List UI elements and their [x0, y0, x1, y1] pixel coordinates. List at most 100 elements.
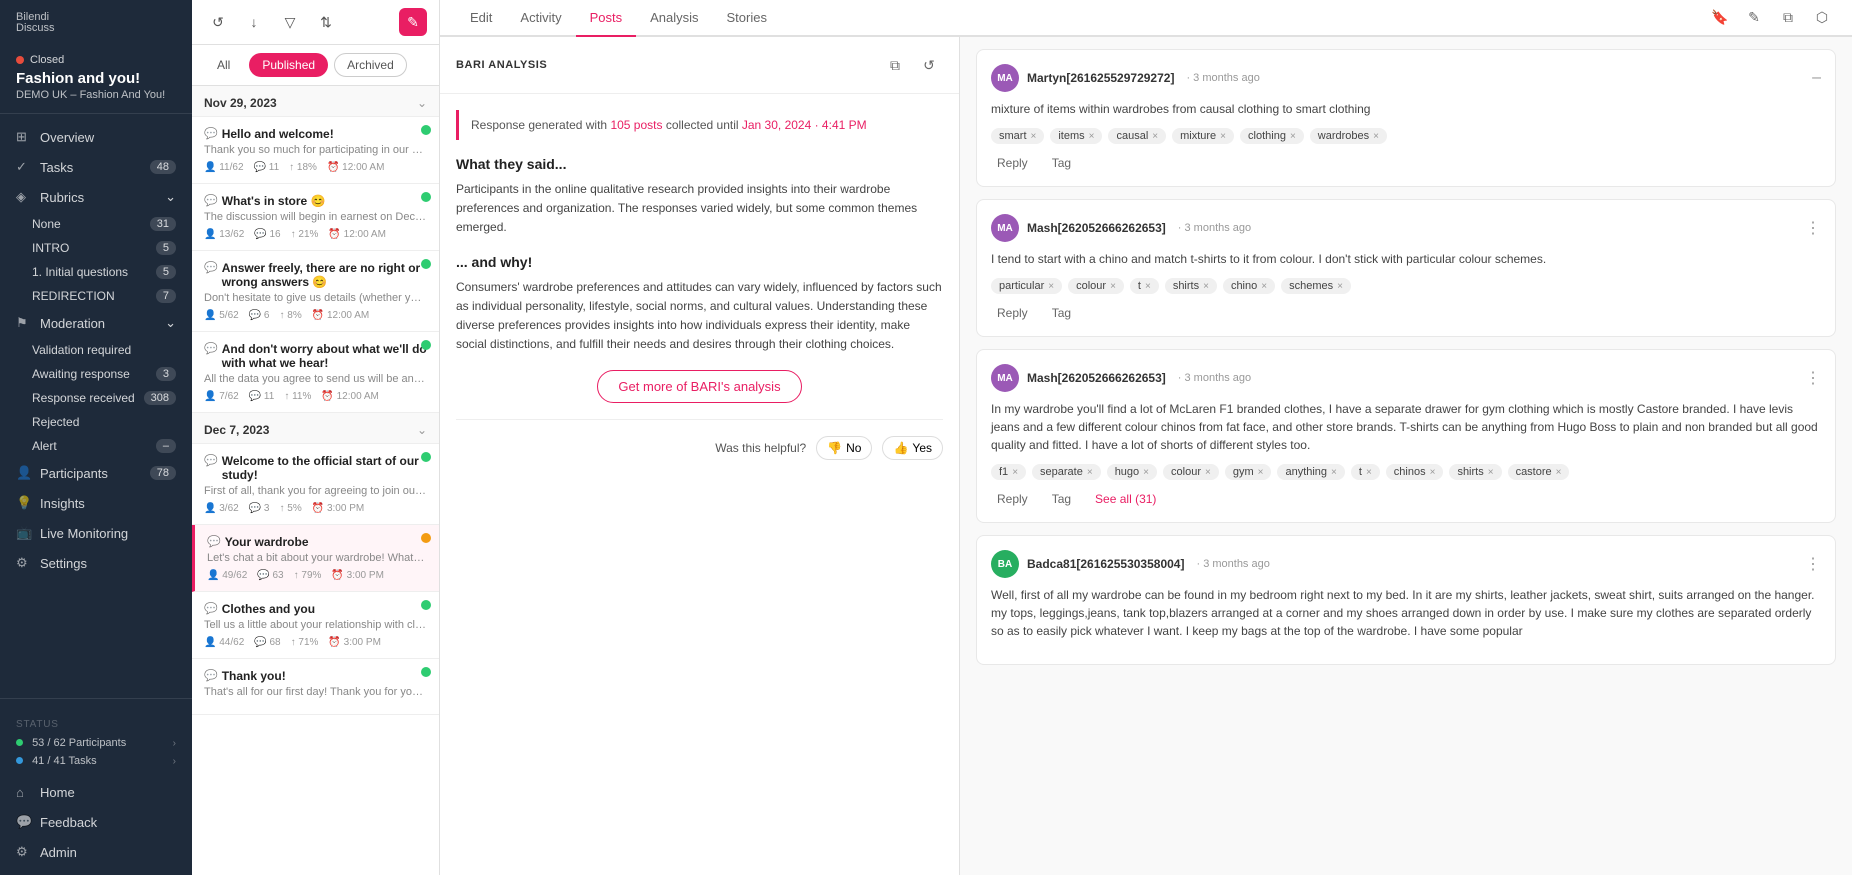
sidebar-item-overview[interactable]: ⊞ Overview	[0, 122, 192, 152]
tag-button-r1[interactable]: Tag	[1046, 154, 1077, 172]
bari-why-title: ... and why!	[456, 254, 943, 270]
chevron-right-icon: ›	[173, 738, 176, 749]
sidebar-item-participants[interactable]: 👤 Participants 78	[0, 458, 192, 488]
avatar-r3: MA	[991, 364, 1019, 392]
thumbs-up-icon: 👍	[893, 441, 908, 455]
sidebar-item-received[interactable]: Response received 308	[24, 386, 192, 410]
bari-helpful-label: Was this helpful?	[715, 441, 806, 455]
tasks-icon: ✓	[16, 159, 32, 175]
see-all-button-r3[interactable]: See all (31)	[1089, 490, 1162, 508]
project-status: Closed	[30, 54, 64, 66]
sidebar-item-awaiting[interactable]: Awaiting response 3	[24, 362, 192, 386]
refresh-button[interactable]: ↺	[204, 8, 232, 36]
filter-button[interactable]: ▽	[276, 8, 304, 36]
sidebar-item-initial[interactable]: 1. Initial questions 5	[24, 260, 192, 284]
tab-posts[interactable]: Posts	[576, 0, 637, 37]
bari-cta: Get more of BARI's analysis	[456, 370, 943, 403]
post-item-p4[interactable]: 💬 And don't worry about what we'll do wi…	[192, 332, 439, 413]
sidebar-item-moderation[interactable]: ⚑ Moderation ⌄	[0, 308, 192, 338]
status-participants-row[interactable]: 53 / 62 Participants ›	[16, 734, 176, 752]
tag-button-r3[interactable]: Tag	[1046, 490, 1077, 508]
rubrics-icon: ◈	[16, 189, 32, 205]
helpful-no-button[interactable]: 👎 No	[816, 436, 872, 460]
tag-clothing: clothing ×	[1240, 128, 1304, 144]
sidebar-nav: ⊞ Overview ✓ Tasks 48 ◈ Rubrics ⌄ None 3…	[0, 114, 192, 698]
post-item-p6[interactable]: 💬 Your wardrobe Let's chat a bit about y…	[192, 525, 439, 592]
bari-copy-button[interactable]: ⧉	[881, 51, 909, 79]
post-item-p7[interactable]: 💬 Clothes and you Tell us a little about…	[192, 592, 439, 659]
tab-stories[interactable]: Stories	[713, 0, 781, 37]
helpful-yes-button[interactable]: 👍 Yes	[882, 436, 943, 460]
main-content: Edit Activity Posts Analysis Stories 🔖 ✎…	[440, 0, 1852, 875]
post-item-p5[interactable]: 💬 Welcome to the official start of our s…	[192, 444, 439, 525]
response-menu-r1[interactable]: –	[1812, 69, 1821, 87]
project-title: Fashion and you!	[16, 70, 176, 87]
tab-analysis[interactable]: Analysis	[636, 0, 712, 37]
bookmark-button[interactable]: 🔖	[1706, 4, 1734, 32]
middle-panel: ↺ ↓ ▽ ⇅ ✎ All Published Archived Nov 29,…	[192, 0, 440, 875]
bari-why-text: Consumers' wardrobe preferences and atti…	[456, 278, 943, 355]
brand-tagline: Discuss	[16, 23, 176, 34]
sort-button[interactable]: ⇅	[312, 8, 340, 36]
edit-button[interactable]: ✎	[399, 8, 427, 36]
copy-button[interactable]: ⧉	[1774, 4, 1802, 32]
sidebar-item-redirection[interactable]: REDIRECTION 7	[24, 284, 192, 308]
bari-refresh-button[interactable]: ↺	[915, 51, 943, 79]
sidebar-item-rejected[interactable]: Rejected	[24, 410, 192, 434]
response-card-r2: MA Mash[262052666262653] · 3 months ago …	[976, 199, 1836, 337]
tab-actions: 🔖 ✎ ⧉ ⬡	[1706, 4, 1836, 32]
sidebar-item-admin[interactable]: ⚙ Admin	[0, 837, 192, 867]
filter-all[interactable]: All	[204, 53, 243, 77]
tasks-status-dot	[16, 757, 23, 764]
response-menu-r2[interactable]: ⋮	[1805, 218, 1821, 238]
sidebar-item-tasks[interactable]: ✓ Tasks 48	[0, 152, 192, 182]
post-item-p8[interactable]: 💬 Thank you! That's all for our first da…	[192, 659, 439, 715]
posts-list: Nov 29, 2023 ⌄ 💬 Hello and welcome! Than…	[192, 86, 439, 875]
sidebar-item-home[interactable]: ⌂ Home	[0, 778, 192, 807]
download-button[interactable]: ↓	[240, 8, 268, 36]
tab-edit[interactable]: Edit	[456, 0, 506, 37]
bari-cta-button[interactable]: Get more of BARI's analysis	[597, 370, 801, 403]
response-actions-r1: Reply Tag	[991, 154, 1821, 172]
bari-posts-link[interactable]: 105 posts	[610, 118, 662, 132]
sidebar-item-intro[interactable]: INTRO 5	[24, 236, 192, 260]
tab-activity[interactable]: Activity	[506, 0, 575, 37]
export-button[interactable]: ⬡	[1808, 4, 1836, 32]
date-group-dec: Dec 7, 2023 ⌄ 💬 Welcome to the official …	[192, 413, 439, 715]
sidebar-item-none[interactable]: None 31	[24, 212, 192, 236]
post-item-p1[interactable]: 💬 Hello and welcome! Thank you so much f…	[192, 117, 439, 184]
tag-colour: colour ×	[1068, 278, 1124, 294]
sidebar-item-settings[interactable]: ⚙ Settings	[0, 548, 192, 578]
response-card-r3: MA Mash[262052666262653] · 3 months ago …	[976, 349, 1836, 523]
response-menu-r4[interactable]: ⋮	[1805, 554, 1821, 574]
tags-row-r1: smart × items × causal × mixture × cloth…	[991, 128, 1821, 144]
filter-archived[interactable]: Archived	[334, 53, 407, 77]
response-actions-r3: Reply Tag See all (31)	[991, 490, 1821, 508]
project-subtitle: DEMO UK – Fashion And You!	[16, 89, 176, 101]
bari-header: BARI ANALYSIS ⧉ ↺	[440, 37, 959, 94]
sidebar-item-live-monitoring[interactable]: 📺 Live Monitoring	[0, 518, 192, 548]
middle-toolbar: ↺ ↓ ▽ ⇅ ✎	[192, 0, 439, 45]
response-menu-r3[interactable]: ⋮	[1805, 368, 1821, 388]
status-tasks-row[interactable]: 41 / 41 Tasks ›	[16, 752, 176, 770]
post-item-p3[interactable]: 💬 Answer freely, there are no right or w…	[192, 251, 439, 332]
filter-published[interactable]: Published	[249, 53, 328, 77]
reply-button-r1[interactable]: Reply	[991, 154, 1034, 172]
response-card-r1: MA Martyn[261625529729272] · 3 months ag…	[976, 49, 1836, 187]
bari-date-link[interactable]: Jan 30, 2024 · 4:41 PM	[742, 118, 867, 132]
post-badge-p2	[421, 192, 431, 202]
avatar-r4: BA	[991, 550, 1019, 578]
tag-button-r2[interactable]: Tag	[1046, 304, 1077, 322]
reply-button-r3[interactable]: Reply	[991, 490, 1034, 508]
bari-header-actions: ⧉ ↺	[881, 51, 943, 79]
sidebar-item-alert[interactable]: Alert –	[24, 434, 192, 458]
sidebar-item-feedback[interactable]: 💬 Feedback	[0, 807, 192, 837]
sidebar-item-rubrics[interactable]: ◈ Rubrics ⌄	[0, 182, 192, 212]
rubrics-subnav: None 31 INTRO 5 1. Initial questions 5 R…	[0, 212, 192, 308]
reply-button-r2[interactable]: Reply	[991, 304, 1034, 322]
post-item-p2[interactable]: 💬 What's in store 😊 The discussion will …	[192, 184, 439, 251]
brand-logo: Bilendi Discuss	[0, 0, 192, 46]
edit-pencil-button[interactable]: ✎	[1740, 4, 1768, 32]
sidebar-item-insights[interactable]: 💡 Insights	[0, 488, 192, 518]
sidebar-item-validation[interactable]: Validation required	[24, 338, 192, 362]
